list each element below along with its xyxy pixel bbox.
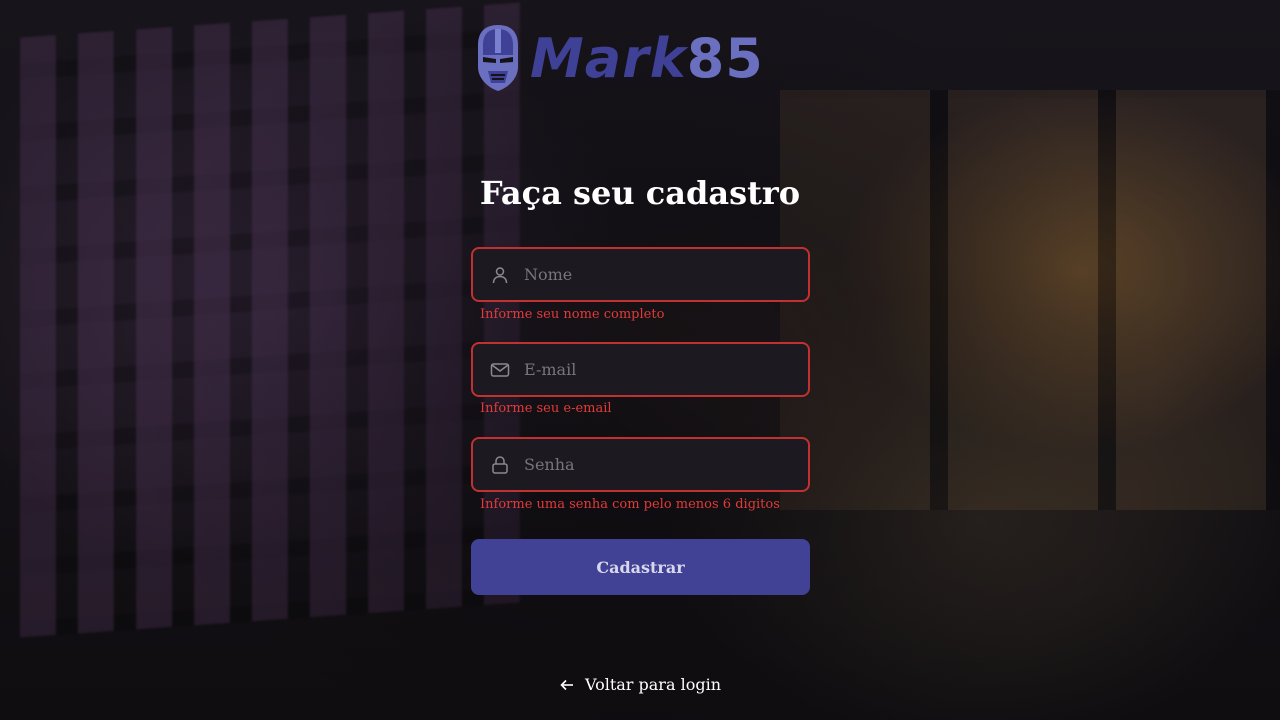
- iron-mask-icon: [478, 25, 518, 91]
- logo-text-85: 85: [686, 26, 764, 90]
- logo-wordmark: Mark85: [530, 27, 764, 90]
- email-field[interactable]: [471, 342, 810, 397]
- email-input[interactable]: [524, 344, 808, 395]
- password-input[interactable]: [524, 439, 808, 490]
- mail-icon: [489, 359, 511, 381]
- app-logo: Mark85: [474, 22, 764, 94]
- page-title: Faça seu cadastro: [479, 174, 801, 212]
- password-error: Informe uma senha com pelo menos 6 digit…: [480, 497, 780, 512]
- arrow-left-icon: [559, 677, 575, 693]
- name-error: Informe seu nome completo: [480, 307, 665, 322]
- back-link-label: Voltar para login: [584, 675, 721, 694]
- name-field[interactable]: [471, 247, 810, 302]
- email-error: Informe seu e-email: [480, 401, 612, 416]
- password-field[interactable]: [471, 437, 810, 492]
- register-button[interactable]: Cadastrar: [471, 539, 810, 595]
- lock-icon: [489, 454, 511, 476]
- name-input[interactable]: [524, 249, 808, 300]
- logo-text-mark: Mark: [530, 26, 687, 90]
- back-to-login-link[interactable]: Voltar para login: [0, 675, 1280, 694]
- user-icon: [489, 264, 511, 286]
